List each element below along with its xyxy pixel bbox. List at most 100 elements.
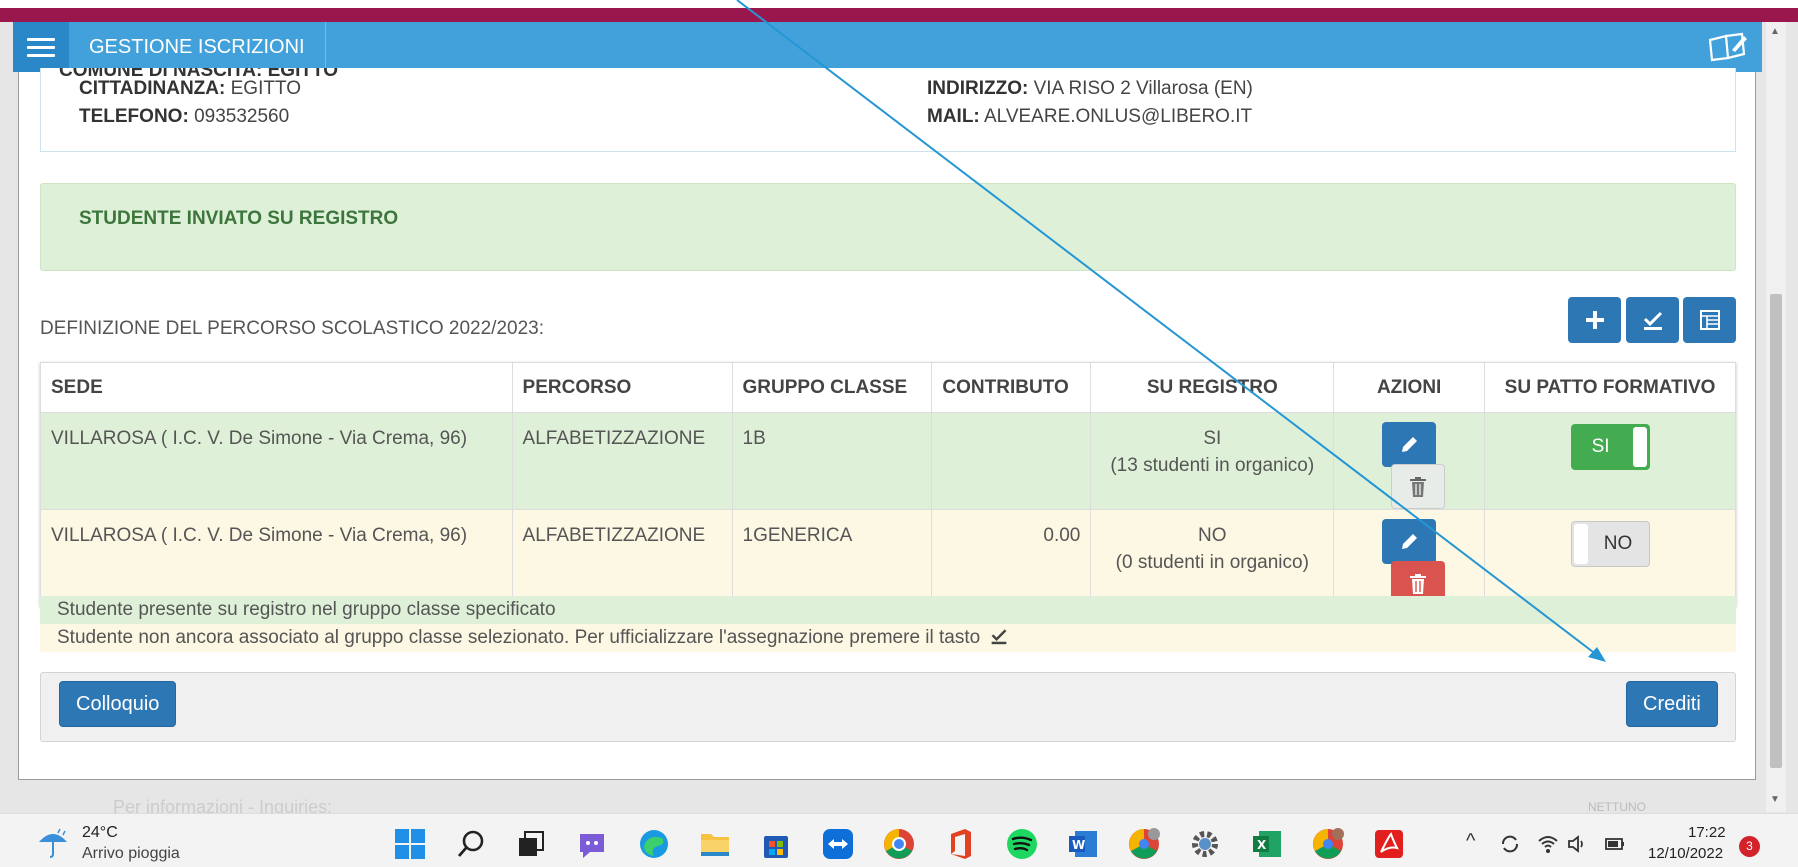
col-su-patto: SU PATTO FORMATIVO [1484, 362, 1736, 413]
registry-alert-text: STUDENTE INVIATO SU REGISTRO [79, 208, 399, 229]
table-row: VILLAROSA ( I.C. V. De Simone - Via Crem… [40, 509, 1736, 607]
clock-date[interactable]: 12/10/2022 [1648, 845, 1723, 862]
tray-chevron-icon[interactable]: ^ [1466, 830, 1490, 854]
teamviewer-icon[interactable] [820, 826, 856, 862]
phone-value: 093532560 [194, 106, 290, 127]
registro-status: SI [1203, 428, 1222, 449]
table-row: VILLAROSA ( I.C. V. De Simone - Via Crem… [40, 412, 1736, 510]
ms-store-icon[interactable] [758, 826, 794, 862]
page-scrollbar[interactable]: ▲ ▼ [1766, 22, 1786, 812]
acrobat-icon[interactable] [1371, 826, 1407, 862]
edit-button[interactable] [1382, 519, 1437, 564]
hamburger-menu-icon[interactable] [13, 22, 69, 72]
col-gruppo-classe: GRUPPO CLASSE [731, 362, 933, 413]
patto-toggle[interactable]: NO [1570, 521, 1650, 567]
confirm-assignment-button[interactable] [1626, 297, 1679, 343]
cell-registro: SI (13 studenti in organico) [1090, 412, 1335, 510]
chrome-profile-icon[interactable] [1126, 826, 1162, 862]
chrome-profile-p-icon[interactable] [1310, 826, 1346, 862]
cell-gruppo: 1B [731, 412, 933, 510]
pencil-icon [1402, 436, 1418, 452]
cell-gruppo: 1GENERICA [731, 509, 933, 607]
registro-status: NO [1198, 525, 1227, 546]
chat-icon[interactable] [574, 826, 610, 862]
colloquio-button[interactable]: Colloquio [59, 681, 177, 727]
cell-percorso: ALFABETIZZAZIONE [511, 412, 733, 510]
edge-browser-icon[interactable] [636, 826, 672, 862]
toggle-knob [1632, 427, 1647, 467]
col-azioni: AZIONI [1333, 362, 1486, 413]
address-label: INDIRIZZO: [927, 78, 1029, 99]
scroll-up-icon[interactable]: ▲ [1770, 26, 1780, 37]
percorso-table: SEDE PERCORSO GRUPPO CLASSE CONTRIBUTO S… [40, 362, 1736, 607]
trash-icon [1410, 573, 1427, 594]
mail-row: MAIL: ALVEARE.ONLUS@LIBERO.IT [927, 106, 1252, 128]
crediti-button[interactable]: Crediti [1626, 681, 1718, 727]
settings-gear-icon[interactable] [1187, 826, 1223, 862]
toggle-knob [1573, 524, 1588, 564]
scroll-thumb[interactable] [1770, 294, 1782, 768]
registro-note: (0 studenti in organico) [1115, 552, 1309, 573]
student-info-box: COMUNE DI NASCITA: EGITTO CITTADINANZA: … [40, 68, 1736, 152]
patto-toggle-label: SI [1591, 436, 1610, 457]
col-contributo: CONTRIBUTO [931, 362, 1092, 413]
add-button[interactable] [1568, 297, 1621, 343]
col-percorso: PERCORSO [511, 362, 733, 413]
weather-description[interactable]: Arrivo pioggia [82, 845, 180, 863]
legend-unassigned-text: Studente non ancora associato al gruppo … [57, 627, 981, 648]
cell-azioni [1333, 412, 1486, 510]
cell-sede: VILLAROSA ( I.C. V. De Simone - Via Crem… [40, 509, 513, 607]
office-icon[interactable] [943, 826, 979, 862]
sync-icon[interactable] [1498, 832, 1522, 856]
notification-badge[interactable]: 3 [1739, 836, 1760, 857]
col-su-registro: SU REGISTRO [1090, 362, 1335, 413]
cell-contributo: 0.00 [931, 509, 1092, 607]
excel-icon[interactable]: X [1249, 826, 1285, 862]
brand-bar [0, 0, 1798, 22]
col-sede: SEDE [40, 362, 513, 413]
search-icon[interactable] [453, 826, 489, 862]
weather-temperature[interactable]: 24°C [82, 824, 118, 842]
scroll-down-icon[interactable]: ▼ [1770, 794, 1780, 805]
top-navbar: GESTIONE ISCRIZIONI [13, 22, 1762, 72]
cell-patto: NO [1484, 509, 1736, 607]
list-table-icon [1699, 310, 1720, 330]
umbrella-rain-icon[interactable] [36, 826, 70, 858]
address-value: VIA RISO 2 Villarosa (EN) [1033, 78, 1253, 99]
svg-text:X: X [1257, 838, 1267, 852]
windows-start-icon[interactable] [392, 826, 428, 862]
edit-button[interactable] [1382, 422, 1437, 467]
file-explorer-icon[interactable] [697, 826, 733, 862]
volume-icon[interactable] [1566, 832, 1590, 856]
task-view-icon[interactable] [513, 826, 549, 862]
app-title[interactable]: GESTIONE ISCRIZIONI [69, 22, 326, 72]
patto-toggle[interactable]: SI [1570, 424, 1650, 470]
nettuno-logo: NETTUNO [1588, 800, 1646, 814]
table-view-button[interactable] [1683, 297, 1736, 343]
delete-button-disabled[interactable] [1391, 464, 1446, 509]
open-book-icon[interactable] [1706, 30, 1750, 64]
wifi-icon[interactable] [1536, 832, 1560, 856]
phone-row: TELEFONO: 093532560 [79, 106, 289, 128]
citizenship-value: EGITTO [230, 78, 302, 99]
battery-icon[interactable] [1603, 832, 1627, 856]
cell-contributo [931, 412, 1092, 510]
word-icon[interactable]: W [1065, 826, 1101, 862]
check-underline-icon [1643, 311, 1662, 330]
percorso-title: DEFINIZIONE DEL PERCORSO SCOLASTICO 2022… [40, 318, 545, 339]
citizenship-row: CITTADINANZA: EGITTO [79, 78, 301, 100]
check-underline-icon [991, 629, 1006, 645]
clock-time[interactable]: 17:22 [1688, 824, 1726, 841]
plus-icon [1585, 311, 1604, 329]
mail-value: ALVEARE.ONLUS@LIBERO.IT [984, 106, 1253, 127]
legend-unassigned: Studente non ancora associato al gruppo … [40, 624, 1736, 652]
chrome-icon[interactable] [881, 826, 917, 862]
spotify-icon[interactable] [1004, 826, 1040, 862]
registry-alert: STUDENTE INVIATO SU REGISTRO [40, 183, 1736, 271]
main-panel: COMUNE DI NASCITA: EGITTO CITTADINANZA: … [18, 68, 1756, 780]
cell-registro: NO (0 studenti in organico) [1090, 509, 1335, 607]
action-footer: Colloquio Crediti [40, 672, 1736, 742]
pencil-icon [1402, 533, 1418, 549]
phone-label: TELEFONO: [79, 106, 189, 127]
table-header-row: SEDE PERCORSO GRUPPO CLASSE CONTRIBUTO S… [40, 362, 1736, 413]
